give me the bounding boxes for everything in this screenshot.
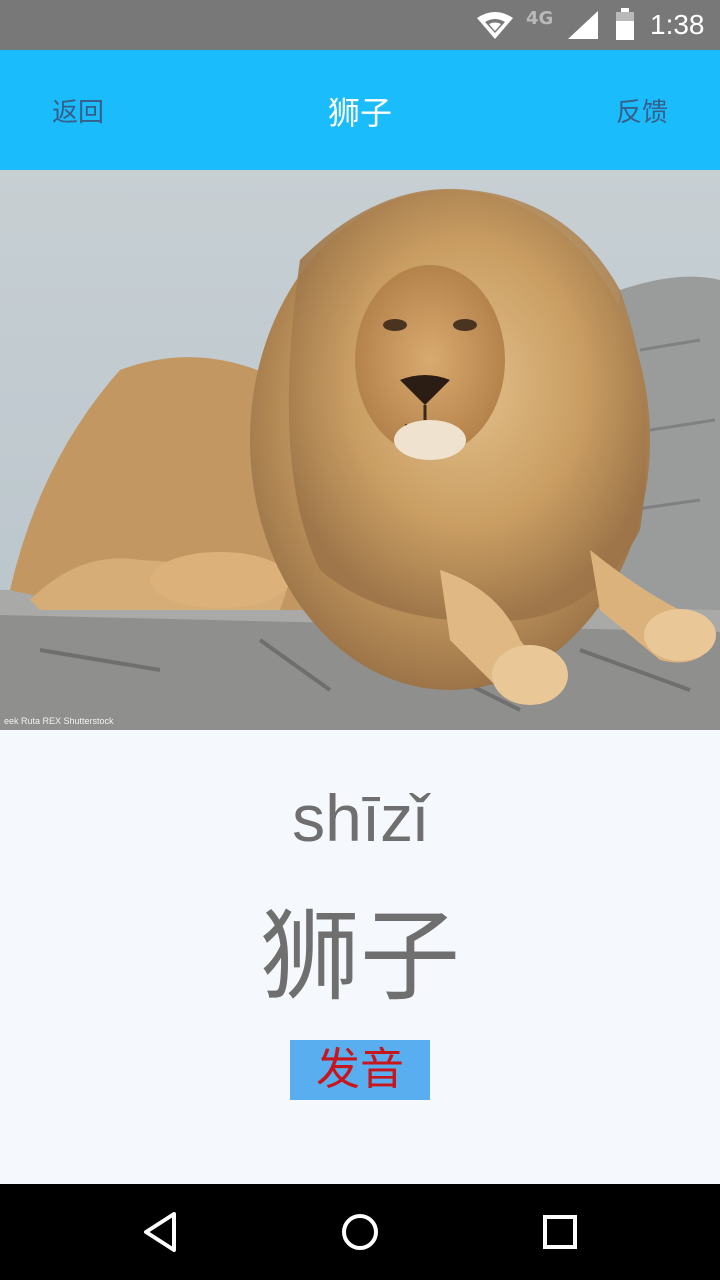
- battery-icon: [616, 8, 634, 40]
- system-nav-bar: [0, 1184, 720, 1280]
- page-title: 狮子: [327, 94, 392, 132]
- back-triangle-icon[interactable]: [138, 1210, 182, 1254]
- clock: 1:38: [650, 9, 705, 40]
- photo-credit: eek Ruta REX Shutterstock: [4, 716, 114, 726]
- app-toolbar: 返回 狮子 反馈: [0, 50, 720, 170]
- hanzi-text: 狮子: [260, 898, 460, 1015]
- cell-signal-icon: [568, 11, 598, 39]
- lion-photo: eek Ruta REX Shutterstock: [0, 170, 720, 730]
- pinyin-text: shīzǐ: [292, 781, 428, 855]
- network-type-label: 4G: [526, 8, 554, 29]
- status-bar: 4G 1:38: [0, 0, 720, 50]
- lion-image: [0, 170, 720, 730]
- wifi-icon: [477, 12, 513, 39]
- home-circle-icon[interactable]: [338, 1210, 382, 1254]
- feedback-button[interactable]: 反馈: [616, 92, 668, 129]
- recents-square-icon[interactable]: [538, 1210, 582, 1254]
- pronounce-button[interactable]: 发音: [290, 1040, 430, 1100]
